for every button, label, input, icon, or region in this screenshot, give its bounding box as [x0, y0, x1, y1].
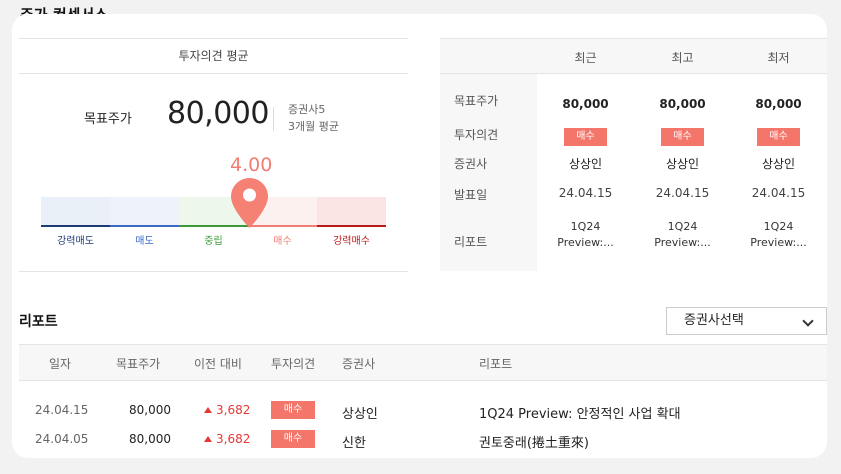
high-target-price: 80,000 — [659, 97, 706, 111]
low-opinion: 매수 — [730, 124, 827, 146]
consensus-summary-table: 최근 최고 최저 목표주가 투자의견 증권사 발표일 리포트 80,000 매수… — [440, 38, 827, 271]
avg-opinion-header: 투자의견 평균 — [19, 38, 408, 74]
scale-strong-buy: 강력매수 — [317, 197, 386, 247]
row-target-price: 80,000 — [129, 432, 171, 446]
row-date: 24.04.15 — [35, 403, 89, 417]
row-report-link[interactable]: 권토중래(捲土重來) — [479, 432, 589, 451]
header-broker: 증권사 — [342, 357, 376, 371]
row-label-opinion: 투자의견 — [454, 128, 499, 142]
average-period: 3개월 평균 — [288, 120, 339, 133]
latest-date: 24.04.15 — [558, 186, 613, 200]
reports-title: 리포트 — [19, 314, 58, 330]
target-price-meta: 증권사5 3개월 평균 — [288, 101, 339, 135]
opinion-badge: 매수 — [757, 128, 800, 146]
row-report-link[interactable]: 1Q24 Preview: 안정적인 사업 확대 — [479, 403, 681, 422]
report-title-line: 1Q24 — [667, 220, 698, 233]
row-change: 3,682 — [204, 432, 250, 446]
reports-table-header: 일자 목표주가 이전 대비 투자의견 증권사 리포트 — [19, 344, 827, 381]
low-target-price: 80,000 — [755, 97, 802, 111]
header-opinion: 투자의견 — [271, 357, 316, 371]
high-date: 24.04.15 — [655, 186, 710, 200]
target-price-label: 목표주가 — [84, 112, 132, 127]
scale-label: 중립 — [204, 236, 223, 247]
row-label-broker: 증권사 — [454, 157, 488, 171]
column-low: 최저 — [767, 51, 790, 65]
latest-broker: 상상인 — [568, 157, 603, 171]
low-report-link[interactable]: 1Q24 Preview:... — [730, 219, 827, 251]
report-title-line: 1Q24 — [570, 220, 601, 233]
low-date: 24.04.15 — [751, 186, 806, 200]
scale-label: 강력매수 — [333, 236, 370, 247]
row-change-value: 3,682 — [216, 432, 251, 446]
opinion-scale-bar: 강력매도 매도 중립 매수 강력매수 — [41, 197, 386, 247]
column-latest: 최근 — [574, 51, 597, 65]
scale-sell: 매도 — [110, 197, 179, 247]
header-date: 일자 — [49, 357, 72, 371]
opinion-badge: 매수 — [564, 128, 607, 146]
row-opinion: 매수 — [271, 430, 315, 448]
broker-select-value: 증권사선택 — [684, 313, 744, 328]
map-pin-icon — [231, 178, 268, 228]
opinion-score: 4.00 — [230, 154, 273, 176]
broker-count: 증권사5 — [288, 103, 326, 116]
column-high: 최고 — [671, 51, 694, 65]
chevron-down-icon — [802, 315, 814, 327]
scale-label: 매수 — [273, 236, 292, 247]
latest-opinion: 매수 — [537, 124, 634, 146]
report-title-line: Preview:... — [750, 236, 807, 249]
divider — [19, 271, 408, 272]
triangle-up-icon — [204, 407, 212, 413]
latest-target-price: 80,000 — [562, 97, 609, 111]
row-broker: 상상인 — [342, 407, 378, 422]
high-report-link[interactable]: 1Q24 Preview:... — [634, 219, 731, 251]
row-label-report: 리포트 — [454, 235, 488, 249]
row-opinion: 매수 — [271, 401, 315, 419]
report-title-line: 1Q24 — [763, 220, 794, 233]
opinion-badge: 매수 — [661, 128, 704, 146]
table-row: 24.04.15 80,000 3,682 매수 상상인 1Q24 Previe… — [19, 396, 827, 424]
row-date: 24.04.05 — [35, 432, 89, 446]
report-title-line: Preview:... — [557, 236, 614, 249]
broker-select[interactable]: 증권사선택 — [666, 307, 827, 335]
row-label-target: 목표주가 — [454, 94, 499, 108]
triangle-up-icon — [204, 436, 212, 442]
row-broker: 신한 — [342, 436, 366, 451]
opinion-badge: 매수 — [271, 401, 315, 419]
scale-label: 강력매도 — [57, 236, 94, 247]
row-change: 3,682 — [204, 403, 250, 417]
high-broker: 상상인 — [665, 157, 700, 171]
consensus-card: 투자의견 평균 목표주가 80,000 증권사5 3개월 평균 4.00 강력매… — [12, 14, 827, 458]
high-opinion: 매수 — [634, 124, 731, 146]
header-target-price: 목표주가 — [116, 357, 161, 371]
scale-label: 매도 — [135, 236, 154, 247]
row-target-price: 80,000 — [129, 403, 171, 417]
report-title-line: Preview:... — [654, 236, 711, 249]
target-price-value: 80,000 — [167, 96, 269, 131]
low-broker: 상상인 — [761, 157, 796, 171]
latest-report-link[interactable]: 1Q24 Preview:... — [537, 219, 634, 251]
header-change: 이전 대비 — [194, 357, 242, 371]
row-change-value: 3,682 — [216, 403, 251, 417]
divider — [273, 107, 274, 131]
header-report: 리포트 — [479, 357, 513, 371]
opinion-badge: 매수 — [271, 430, 315, 448]
scale-strong-sell: 강력매도 — [41, 197, 110, 247]
row-label-date: 발표일 — [454, 188, 488, 202]
table-row: 24.04.05 80,000 3,682 매수 신한 권토중래(捲土重來) — [19, 425, 827, 453]
